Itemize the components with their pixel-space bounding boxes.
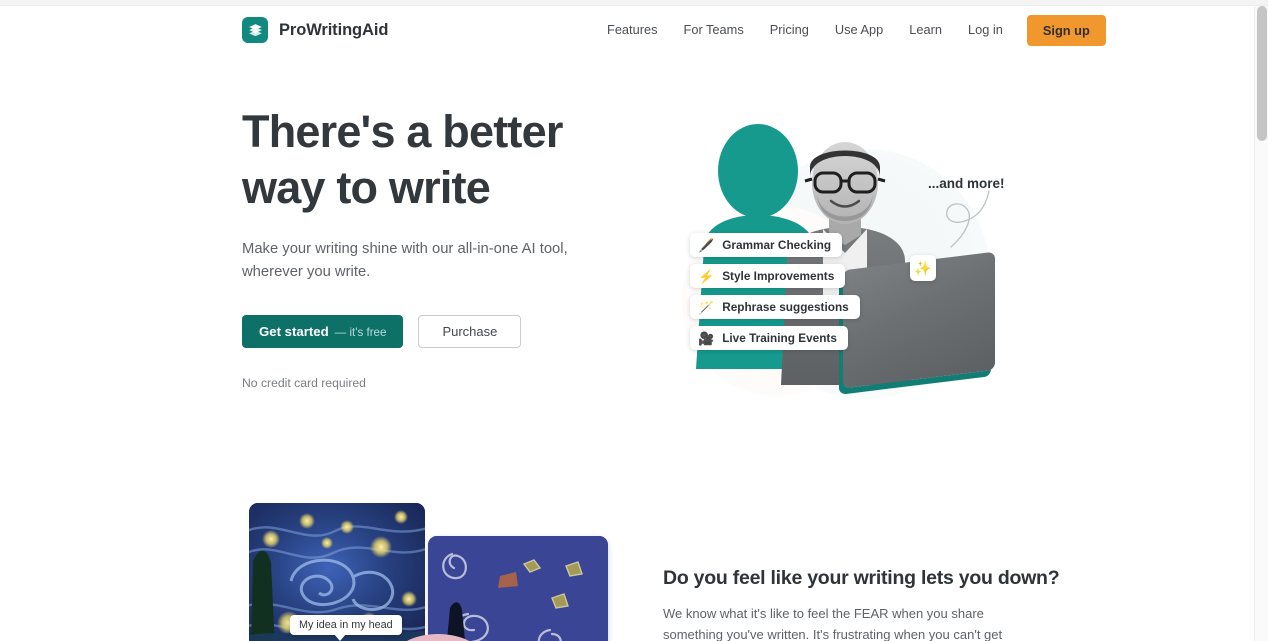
feature-badge-live-training-events[interactable]: 🎥 Live Training Events [690, 326, 848, 350]
scrollbar-thumb[interactable] [1257, 6, 1267, 141]
feature-badge-label: Grammar Checking [722, 238, 832, 252]
hero-text-block: There's a better way to write Make your … [242, 104, 642, 390]
childs-drawing-version [428, 536, 608, 641]
nav-item-use-app[interactable]: Use App [822, 6, 896, 54]
nav-item-for-teams[interactable]: For Teams [671, 6, 757, 54]
feature-badge-rephrase-suggestions[interactable]: 🪄 Rephrase suggestions [690, 295, 860, 319]
feature-badge-label: Rephrase suggestions [722, 300, 849, 314]
get-started-suffix: — it's free [334, 326, 387, 339]
hero-subtitle: Make your writing shine with our all-in-… [242, 241, 568, 280]
hero-illustration: 🖋️ Grammar Checking ⚡ Style Improvements… [660, 111, 1040, 401]
prowritingaid-book-logo-icon [242, 17, 268, 43]
page-scrollbar[interactable] [1254, 6, 1268, 641]
feature-badge-style-improvements[interactable]: ⚡ Style Improvements [690, 264, 846, 288]
section-title: Do you feel like your writing lets you d… [663, 567, 1060, 589]
page-title: There's a better way to write [242, 106, 563, 213]
nav-item-log-in[interactable]: Log in [955, 6, 1016, 54]
page-viewport: ProWritingAid Features For Teams Pricing… [0, 6, 1254, 641]
magic-wand-icon: 🪄 [698, 299, 715, 315]
main-navigation: Features For Teams Pricing Use App Learn… [600, 6, 1106, 54]
starry-night-illustration: My idea in my head [249, 503, 608, 641]
feature-badge-label: Style Improvements [722, 269, 835, 283]
feature-badge-grammar-checking[interactable]: 🖋️ Grammar Checking [690, 233, 843, 257]
no-credit-card-note: No credit card required [242, 376, 366, 390]
brand-logo-link[interactable]: ProWritingAid [242, 17, 388, 43]
nav-item-pricing[interactable]: Pricing [757, 6, 822, 54]
sign-up-button[interactable]: Sign up [1026, 14, 1106, 46]
nav-item-features[interactable]: Features [600, 6, 671, 54]
brand-name: ProWritingAid [279, 20, 389, 39]
lower-text-block: Do you feel like your writing lets you d… [663, 567, 1063, 641]
purchase-button[interactable]: Purchase [418, 315, 522, 348]
video-camera-icon: 🎥 [698, 330, 715, 346]
lightning-icon: ⚡ [698, 268, 715, 284]
get-started-label: Get started [259, 324, 329, 339]
section-body: We know what it's like to feel the FEAR … [663, 606, 1003, 641]
site-header: ProWritingAid Features For Teams Pricing… [0, 6, 1254, 54]
page-root: ProWritingAid Features For Teams Pricing… [0, 0, 1268, 641]
get-started-button[interactable]: Get started — it's free [242, 315, 404, 348]
pen-icon: 🖋️ [698, 237, 715, 253]
hero-cta-group: Get started — it's free Purchase [242, 315, 642, 348]
nav-item-learn[interactable]: Learn [896, 6, 955, 54]
feature-badge-label: Live Training Events [722, 331, 837, 345]
idea-in-my-head-tooltip: My idea in my head [290, 615, 402, 641]
balloon-doodle-icon [946, 190, 990, 248]
